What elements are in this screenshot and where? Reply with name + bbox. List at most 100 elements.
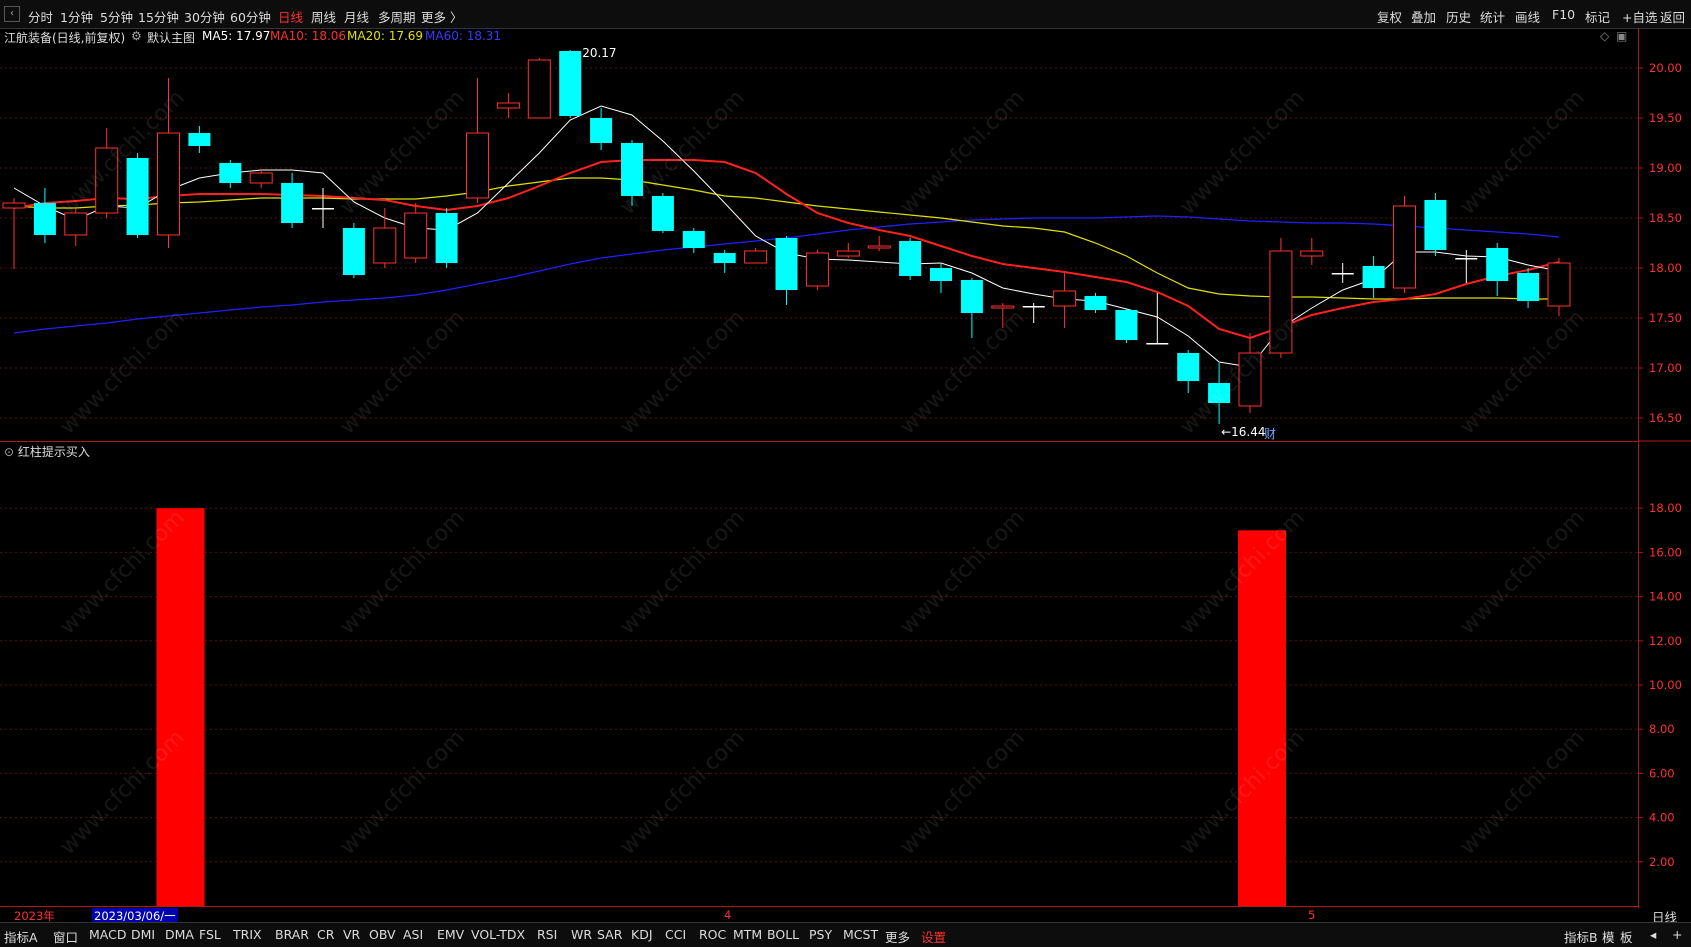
candle-body-9: [281, 183, 304, 223]
indicator-tab-24[interactable]: 更多: [885, 927, 910, 946]
chart-info-bar: 江航装备(日线,前复权) ⚙ 默认主图 MA5: 17.97 MA10: 18.…: [0, 28, 1638, 46]
indicator-tab-6[interactable]: TRIX: [233, 927, 262, 942]
indicator-tab-14[interactable]: RSI: [537, 927, 557, 942]
tab-1[interactable]: 1分钟: [60, 7, 93, 26]
candle-4: [126, 153, 149, 238]
tab-4[interactable]: 30分钟: [184, 7, 225, 26]
candle-44: [1362, 256, 1385, 298]
bottom-right-2[interactable]: 板: [1620, 927, 1633, 946]
indicator-title-label: 红柱提示买入: [17, 445, 90, 459]
chevron-down-icon[interactable]: ⊙: [4, 445, 14, 459]
tool-1[interactable]: 叠加: [1411, 7, 1436, 26]
candle-11: [342, 223, 365, 278]
tab-2[interactable]: 5分钟: [100, 7, 133, 26]
candle-body-47: [1455, 258, 1478, 260]
candle-9: [281, 173, 304, 228]
bottom-right-4[interactable]: +: [1672, 927, 1682, 942]
tab-9[interactable]: 多周期: [378, 7, 416, 26]
candle-body-6: [188, 133, 211, 146]
candle-24: [744, 248, 768, 264]
window-icon[interactable]: ▣: [1616, 29, 1627, 43]
candle-body-1: [33, 203, 56, 235]
indicator-tab-4[interactable]: DMA: [165, 927, 194, 942]
candle-body-42: [1300, 250, 1324, 257]
ma20-value: MA20: 17.69: [347, 29, 424, 43]
indicator-tab-9[interactable]: VR: [343, 927, 360, 942]
candle-body-40: [1238, 352, 1262, 407]
candle-body-19: [590, 118, 613, 143]
indicator-bar-chart[interactable]: [0, 442, 1638, 908]
low-annotation: ←16.44: [1221, 425, 1265, 439]
diamond-icon[interactable]: ◇: [1600, 29, 1609, 43]
indicator-tab-22[interactable]: PSY: [809, 927, 832, 942]
indicator-tab-10[interactable]: OBV: [369, 927, 396, 942]
back-arrow-icon[interactable]: ‹: [4, 6, 20, 22]
tab-3[interactable]: 15分钟: [138, 7, 179, 26]
indicator-tabs-bar: 指标A 窗口 MACD DMI DMA FSL TRIX BRAR CR VR OBV ASI EMV V…: [0, 922, 1691, 947]
indicator-tab-18[interactable]: CCI: [665, 927, 686, 942]
tool-6[interactable]: 标记: [1585, 7, 1610, 26]
candle-18: [559, 50, 582, 118]
indicator-tab-15[interactable]: WR: [571, 927, 592, 942]
indicator-tab-17[interactable]: KDJ: [631, 927, 653, 942]
tab-10[interactable]: 更多 〉: [421, 7, 462, 26]
candle-body-29: [899, 241, 922, 276]
stock-title[interactable]: 江航装备(日线,前复权): [4, 29, 125, 46]
tool-7[interactable]: +自选: [1622, 7, 1657, 26]
indicator-tab-2[interactable]: MACD: [89, 927, 126, 942]
tab-0[interactable]: 分时: [28, 7, 53, 26]
candle-body-46: [1424, 200, 1447, 250]
candlestick-chart[interactable]: 20.17 ←16.44财: [0, 46, 1638, 442]
indicator-tab-7[interactable]: BRAR: [275, 927, 309, 942]
indicator-tab-8[interactable]: CR: [317, 927, 334, 942]
candle-body-16: [496, 102, 520, 109]
candle-27: [836, 243, 860, 258]
candle-body-23: [713, 253, 736, 263]
axis-label-1: 19.50: [1649, 111, 1682, 125]
indicator-tab-23[interactable]: MCST: [843, 927, 878, 942]
settings-gear-icon[interactable]: ⚙: [131, 29, 142, 43]
indicator-tab-1[interactable]: 窗口: [53, 927, 78, 946]
tool-3[interactable]: 统计: [1480, 7, 1505, 26]
indicator-tab-20[interactable]: MTM: [733, 927, 762, 942]
candle-3: [95, 128, 119, 218]
candle-45: [1393, 196, 1416, 293]
tool-5[interactable]: F10: [1552, 7, 1575, 22]
candle-0: [2, 198, 26, 269]
indicator-tab-0[interactable]: 指标A: [4, 927, 38, 946]
indicator-tab-16[interactable]: SAR: [597, 927, 622, 942]
indicator-tab-11[interactable]: ASI: [403, 927, 423, 942]
candle-body-49: [1517, 273, 1540, 301]
indicator-tab-3[interactable]: DMI: [131, 927, 155, 942]
tool-4[interactable]: 画线: [1515, 7, 1540, 26]
price-axis: 20.00 19.50 19.00 18.50 18.00 17.50 17.00 16.50…: [1638, 28, 1691, 908]
sub-axis-label-8: 2.00: [1649, 855, 1675, 869]
indicator-tab-19[interactable]: ROC: [699, 927, 726, 942]
candle-body-36: [1115, 310, 1138, 340]
indicator-tab-21[interactable]: BOLL: [767, 927, 799, 942]
tool-0[interactable]: 复权: [1377, 7, 1402, 26]
candle-23: [713, 250, 736, 273]
tab-6[interactable]: 日线: [278, 7, 303, 26]
candle-38: [1177, 350, 1200, 393]
indicator-title[interactable]: ⊙ 红柱提示买入: [4, 443, 90, 460]
tool-8[interactable]: 返回: [1660, 7, 1685, 26]
indicator-tab-13[interactable]: VOL-TDX: [471, 927, 525, 942]
sub-axis-label-4: 10.00: [1649, 678, 1682, 692]
tab-5[interactable]: 60分钟: [230, 7, 271, 26]
candle-body-3: [95, 147, 119, 214]
bottom-right-0[interactable]: 指标B: [1564, 927, 1598, 946]
bottom-right-1[interactable]: 模: [1602, 927, 1615, 946]
tool-2[interactable]: 历史: [1446, 7, 1471, 26]
candle-30: [930, 263, 952, 293]
bottom-right-3[interactable]: ◂: [1650, 927, 1656, 942]
indicator-tab-25[interactable]: 设置: [921, 927, 946, 946]
indicator-tab-5[interactable]: FSL: [199, 927, 221, 942]
indicator-tab-12[interactable]: EMV: [437, 927, 464, 942]
tab-8[interactable]: 月线: [344, 7, 369, 26]
candle-body-50: [1547, 262, 1571, 307]
sub-axis-label-0: 18.00: [1649, 501, 1682, 515]
period-toolbar: ‹ 分时 1分钟 5分钟 15分钟 30分钟 60分钟 日线 周线 月线 多周期 更多 〉 复权 叠加…: [0, 0, 1691, 29]
tab-7[interactable]: 周线: [311, 7, 336, 26]
main-chart-label[interactable]: 默认主图: [147, 29, 195, 46]
